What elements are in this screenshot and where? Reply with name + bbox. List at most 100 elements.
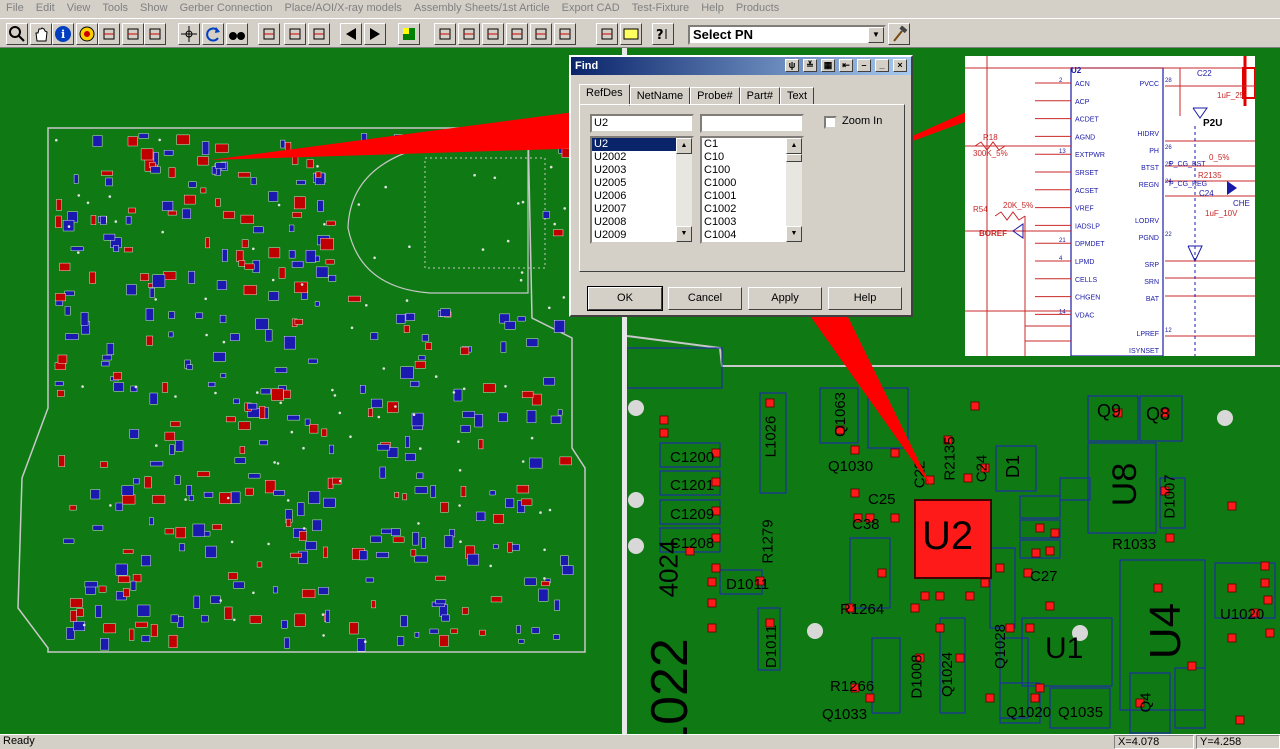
refdes-list-scrollbar[interactable]: ▲ ▼ — [676, 138, 692, 242]
overview-component — [144, 476, 152, 489]
ref-icon[interactable] — [482, 23, 504, 45]
via — [519, 278, 523, 282]
refdes-list[interactable]: U2 U2002 U2003 U2005 U2006 U2007 U2008 U2009 ▲ ▼ — [590, 136, 694, 244]
note-icon[interactable] — [620, 23, 642, 45]
overview-component — [460, 346, 470, 355]
prev-icon[interactable] — [340, 23, 362, 45]
menu-help[interactable]: Help — [695, 0, 730, 17]
menu-view[interactable]: View — [61, 0, 97, 17]
sch-pin-right: LPREF — [1136, 331, 1159, 338]
via — [286, 499, 290, 502]
tab-text[interactable]: Text — [779, 87, 815, 105]
overview-component — [122, 549, 134, 554]
hammer-icon[interactable] — [888, 23, 910, 45]
query-icon[interactable] — [144, 23, 166, 45]
menu-tools[interactable]: Tools — [96, 0, 134, 17]
hand-icon[interactable] — [30, 23, 52, 45]
restore-icon[interactable]: _ — [875, 59, 889, 72]
overview-component — [318, 587, 329, 595]
refdes-search-input[interactable]: U2 — [590, 114, 694, 133]
overview-component — [405, 453, 416, 461]
sch-pcgbst: P_CG_BST — [1169, 161, 1206, 168]
highlight-icon[interactable] — [122, 23, 144, 45]
secondary-list[interactable]: C1 C10 C100 C1000 C1001 C1002 C1003 C1004 ▲ ▼ — [700, 136, 804, 244]
binoculars-icon[interactable] — [226, 23, 248, 45]
export-icon[interactable] — [398, 23, 420, 45]
marker-icon[interactable] — [554, 23, 576, 45]
minimize-icon[interactable]: – — [857, 59, 871, 72]
tab-refdes[interactable]: RefDes — [579, 84, 630, 106]
overview-component — [95, 605, 102, 618]
component-outline — [989, 547, 1016, 629]
scroll-thumb[interactable] — [786, 154, 802, 162]
menu-edit[interactable]: Edit — [30, 0, 61, 17]
menu-place-aoi-x-ray-models[interactable]: Place/AOI/X-ray models — [279, 0, 408, 17]
net-icon[interactable] — [458, 23, 480, 45]
next-icon[interactable] — [364, 23, 386, 45]
pin-icon[interactable]: ψ — [785, 59, 799, 72]
close-icon[interactable]: × — [893, 59, 907, 72]
tab-netname[interactable]: NetName — [629, 87, 691, 105]
overview-component — [392, 536, 405, 543]
tab-probe[interactable]: Probe# — [690, 87, 740, 105]
overview-component — [192, 523, 205, 537]
pad — [711, 563, 721, 573]
secondary-list-scrollbar[interactable]: ▲ ▼ — [786, 138, 802, 242]
scroll-up-icon[interactable]: ▲ — [786, 138, 802, 154]
overview-component — [284, 637, 290, 649]
find-dialog-titlebar[interactable]: Find ψ ≚ ▦ ⇤ – _ × — [571, 57, 911, 75]
scroll-down-icon[interactable]: ▼ — [786, 226, 802, 242]
target-icon[interactable] — [76, 23, 98, 45]
trace-icon[interactable] — [308, 23, 330, 45]
overview-component — [170, 421, 181, 427]
zoom-icon[interactable] — [6, 23, 28, 45]
dock-icon[interactable]: ⇤ — [839, 59, 853, 72]
overview-component — [493, 514, 504, 524]
apply-button[interactable]: Apply — [748, 287, 822, 310]
overview-component — [138, 133, 149, 139]
chevron-down-icon[interactable]: ▼ — [868, 27, 884, 43]
refresh-icon[interactable] — [202, 23, 224, 45]
layer-top-icon[interactable] — [258, 23, 280, 45]
menu-gerber-connection[interactable]: Gerber Connection — [174, 0, 279, 17]
overview-component — [125, 216, 132, 225]
expand-icon[interactable]: ≚ — [803, 59, 817, 72]
secondary-search-input[interactable] — [700, 114, 804, 133]
overview-component — [531, 627, 540, 634]
pin-icon[interactable] — [506, 23, 528, 45]
probe-icon[interactable] — [434, 23, 456, 45]
layer-bottom-icon[interactable] — [284, 23, 306, 45]
grid-icon[interactable]: ▦ — [821, 59, 835, 72]
overview-component — [498, 412, 508, 422]
overview-component — [289, 224, 295, 232]
grid-icon[interactable] — [530, 23, 552, 45]
ok-button[interactable]: OK — [587, 286, 663, 311]
pad — [1227, 633, 1237, 643]
select-pn-dropdown[interactable]: Select PN ▼ — [688, 25, 886, 45]
move-icon[interactable] — [178, 23, 200, 45]
scroll-up-icon[interactable]: ▲ — [676, 138, 692, 154]
menu-file[interactable]: File — [0, 0, 30, 17]
menu-test-fixture[interactable]: Test-Fixture — [626, 0, 695, 17]
info-icon[interactable]: i — [52, 23, 74, 45]
overview-component — [268, 291, 279, 301]
menu-products[interactable]: Products — [730, 0, 785, 17]
tab-part[interactable]: Part# — [739, 87, 780, 105]
overview-component — [526, 410, 537, 423]
overview-component — [70, 610, 77, 622]
overview-component — [221, 249, 228, 262]
help-icon[interactable]: ? — [652, 23, 674, 45]
overview-component — [522, 391, 534, 399]
overview-component — [230, 333, 240, 341]
pad — [707, 623, 717, 633]
select-arrow-icon[interactable] — [98, 23, 120, 45]
help-button[interactable]: Help — [828, 287, 902, 310]
scroll-down-icon[interactable]: ▼ — [676, 226, 692, 242]
label-u2: U2 — [922, 514, 974, 558]
zoom-in-checkbox[interactable] — [824, 116, 837, 129]
menu-export-cad[interactable]: Export CAD — [556, 0, 626, 17]
menu-assembly-sheets-1st-article[interactable]: Assembly Sheets/1st Article — [408, 0, 556, 17]
menu-show[interactable]: Show — [134, 0, 174, 17]
ai-icon[interactable] — [596, 23, 618, 45]
cancel-button[interactable]: Cancel — [668, 287, 742, 310]
